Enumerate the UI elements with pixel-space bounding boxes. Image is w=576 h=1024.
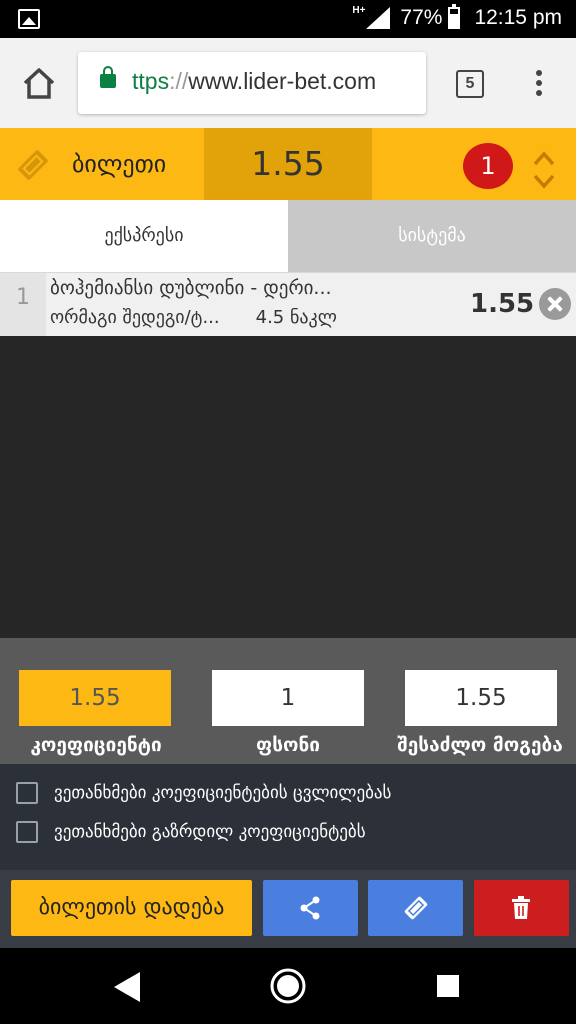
battery-percent: 77% [400,6,443,29]
accept-changes-label: ვეთანხმები კოეფიციენტების ცვლილებას [54,783,392,803]
navigation-bar [0,948,576,1024]
action-bar: ბილეთის დადება [0,870,576,948]
recents-icon[interactable] [436,974,460,998]
possible-win-label: შესაძლო მოგება [397,734,563,756]
bet-market-line: ორმაგი შედეგი/ტ... 4.5 ნაკლ [50,307,337,328]
remove-bet-icon[interactable] [539,288,571,320]
lock-icon [100,66,116,88]
ticket-button[interactable] [368,880,463,936]
battery-icon [448,4,461,29]
accept-increased-label: ვეთანხმები გაზრდილ კოეფიციენტებს [54,822,366,842]
browser-toolbar: ttps://www.lider-bet.com 5 [0,38,576,128]
network-type: H+ [352,4,366,16]
home-icon[interactable] [20,64,58,102]
ticket-icon [18,150,48,180]
back-icon[interactable] [112,970,144,1004]
bet-odds: 1.55 [470,289,535,319]
trash-icon [512,896,530,919]
url-text[interactable]: ttps://www.lider-bet.com [132,68,376,95]
stake-input[interactable]: 1 [212,670,364,726]
coefficient-value: 1.55 [19,670,171,726]
address-bar[interactable]: ttps://www.lider-bet.com [78,52,426,114]
place-bet-button[interactable]: ბილეთის დადება [11,880,252,936]
home-nav-icon[interactable] [268,966,308,1006]
accept-changes-checkbox[interactable] [16,782,38,804]
expand-collapse-icon[interactable] [532,150,556,190]
ticket-count-badge: 1 [463,143,513,189]
share-icon [300,896,320,920]
bet-number: 1 [0,273,46,337]
bet-market: ორმაგი შედეგი/ტ... [50,307,220,328]
bet-row: 1 ბოჰემიანსი დუბლინი - დერი... ორმაგი შე… [0,272,576,337]
stake-label: ფსონი [256,734,320,756]
status-bar: H+ 77% 12:15 pm [0,0,576,38]
bet-type-tabs: ექსპრესი სისტემა [0,200,576,272]
tab-express[interactable]: ექსპრესი [0,200,288,272]
overflow-menu-icon[interactable] [534,70,544,100]
signal-icon [366,7,391,29]
accept-changes-option[interactable]: ვეთანხმები კოეფიციენტების ცვლილებას [16,782,391,804]
clock: 12:15 pm [474,6,562,29]
image-notification-icon [18,9,40,29]
ticket-summary: 1.55 1 1.55 კოეფიციენტი ფსონი შესაძლო მო… [0,638,576,764]
possible-win-value: 1.55 [405,670,557,726]
bet-event: ბოჰემიანსი დუბლინი - დერი... [50,277,332,299]
ticket-total-odds: 1.55 [204,128,372,200]
ticket-icon [404,896,428,920]
tab-switcher-button[interactable]: 5 [456,70,484,98]
accept-increased-checkbox[interactable] [16,821,38,843]
share-button[interactable] [263,880,358,936]
bet-handicap: 4.5 ნაკლ [255,307,337,328]
accept-increased-option[interactable]: ვეთანხმები გაზრდილ კოეფიციენტებს [16,821,366,843]
coefficient-label: კოეფიციენტი [30,734,162,756]
options-panel: ვეთანხმები კოეფიციენტების ცვლილებას ვეთა… [0,764,576,870]
ticket-title: ბილეთი [72,150,167,178]
ticket-empty-area [0,336,576,638]
clear-ticket-button[interactable] [474,880,569,936]
tab-system[interactable]: სისტემა [288,200,576,272]
